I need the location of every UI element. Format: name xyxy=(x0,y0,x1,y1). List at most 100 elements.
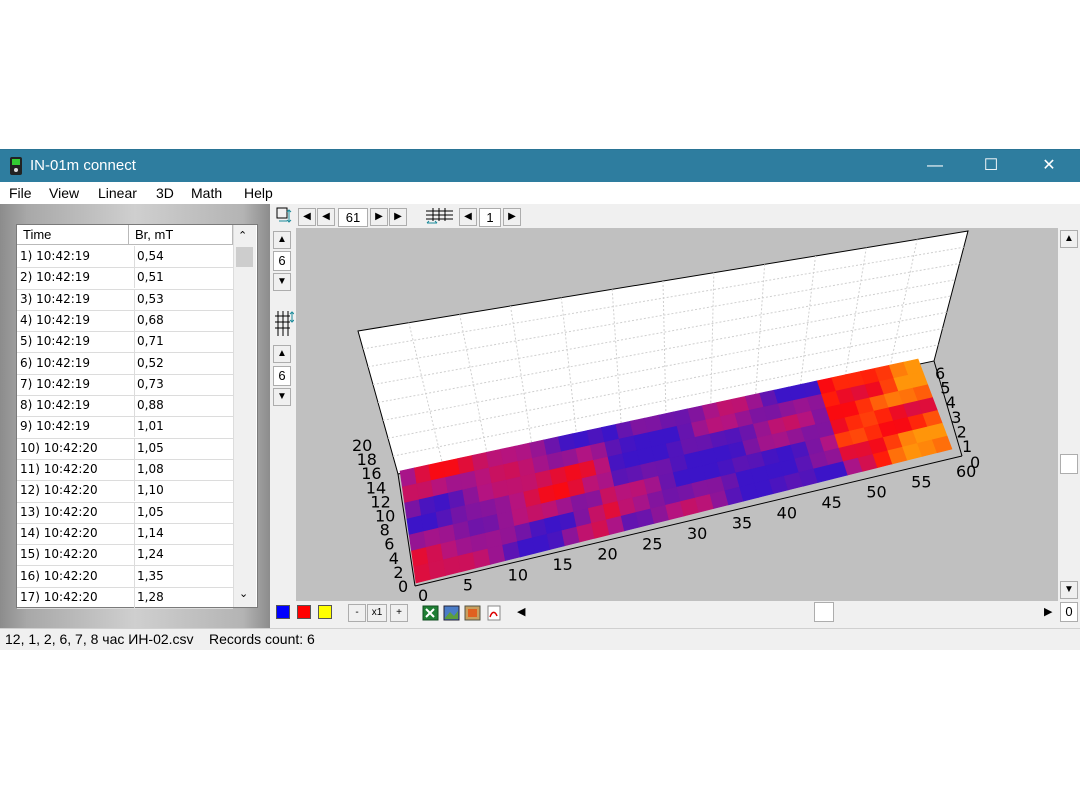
y-up-button[interactable]: ▲ xyxy=(273,231,291,249)
table-row[interactable]: 10) 10:42:20 1,05 xyxy=(17,437,233,460)
x-resolution-icon[interactable] xyxy=(276,207,294,225)
palette-blue-swatch[interactable] xyxy=(276,605,290,619)
time-cell: 4) 10:42:19 xyxy=(20,312,91,327)
grid-count-field[interactable]: 1 xyxy=(479,208,501,227)
x-count-field[interactable]: 61 xyxy=(338,208,368,227)
image-export-icon[interactable] xyxy=(443,605,461,621)
grid-icon[interactable] xyxy=(425,207,455,225)
table-row[interactable]: 14) 10:42:20 1,14 xyxy=(17,522,233,546)
table-row[interactable]: 12) 10:42:20 1,10 xyxy=(17,480,233,503)
excel-export-icon[interactable] xyxy=(422,605,440,621)
close-button[interactable]: ✕ xyxy=(1020,150,1078,182)
table-row[interactable]: 3) 10:42:19 0,53 xyxy=(17,288,233,311)
br-value-cell: 1,28 xyxy=(137,589,164,604)
cell-divider xyxy=(134,586,135,608)
surface-chart[interactable]: 0510152025303540455055600246810121416182… xyxy=(296,228,1058,605)
surface-cell xyxy=(472,548,491,569)
plot-scroll-up-button[interactable]: ▲ xyxy=(1060,230,1078,248)
y-count-field[interactable]: 6 xyxy=(273,251,291,271)
table-row[interactable]: 15) 10:42:20 1,24 xyxy=(17,544,233,567)
plot-area[interactable]: 0 5 10 15 20 25 30 35 40 45 50 55 60 0 2 4 6 8 10 12 14 16 18 2… xyxy=(296,228,1058,605)
cell-divider xyxy=(134,459,135,480)
x-prev-button[interactable]: ◀ xyxy=(317,208,335,226)
x-first-button[interactable]: ◀ xyxy=(298,208,316,226)
menu-help[interactable]: Help xyxy=(244,185,273,201)
table-row[interactable]: 11) 10:42:20 1,08 xyxy=(17,459,233,482)
z-up-button[interactable]: ▲ xyxy=(273,345,291,363)
table-row[interactable]: 5) 10:42:19 0,71 xyxy=(17,331,233,354)
status-bar: 12, 1, 2, 6, 7, 8 час ИН-02.csv Records … xyxy=(0,628,1080,650)
menu-view[interactable]: View xyxy=(49,185,79,201)
surface-cell xyxy=(457,552,476,573)
hscroll-right-icon[interactable]: ▶ xyxy=(1044,605,1052,618)
time-cell: 7) 10:42:19 xyxy=(20,376,91,391)
cell-divider xyxy=(134,416,135,438)
hscroll-left-icon[interactable]: ◀ xyxy=(517,605,525,618)
app-icon xyxy=(10,157,22,175)
plot-hscroll-thumb[interactable] xyxy=(814,602,834,622)
data-table[interactable]: Time Br, mT 1) 10:42:19 0,54 2) 10:42:19 0,… xyxy=(16,224,258,610)
table-row[interactable]: 8) 10:42:19 0,88 xyxy=(17,395,233,418)
time-cell: 6) 10:42:19 xyxy=(20,355,91,370)
maximize-button[interactable]: ☐ xyxy=(962,150,1020,182)
cell-divider xyxy=(134,373,135,395)
column-header-time[interactable]: Time xyxy=(17,225,129,245)
y-grid-icon[interactable] xyxy=(274,310,294,338)
menu-linear[interactable]: Linear xyxy=(98,185,137,201)
cell-divider xyxy=(134,437,135,459)
scroll-up-icon[interactable]: ⌃ xyxy=(238,229,247,242)
x-tick-label: 55 xyxy=(911,472,931,491)
menu-3d[interactable]: 3D xyxy=(156,185,174,201)
scroll-thumb[interactable] xyxy=(236,247,253,267)
surface-cell xyxy=(502,541,521,562)
pdf-export-icon[interactable] xyxy=(485,605,503,621)
column-header-br[interactable]: Br, mT xyxy=(129,225,233,245)
hscroll-value-field[interactable]: 0 xyxy=(1060,602,1078,622)
time-cell: 12) 10:42:20 xyxy=(20,483,98,498)
print-icon[interactable] xyxy=(464,605,482,621)
table-scrollbar[interactable]: ⌃ ⌄ xyxy=(233,225,256,607)
table-row[interactable]: 1) 10:42:19 0,54 xyxy=(17,246,233,269)
plot-horizontal-scrollbar[interactable]: ◀ ▶ xyxy=(514,601,1058,623)
time-cell: 3) 10:42:19 xyxy=(20,291,91,306)
title-bar[interactable]: IN-01m connect — ☐ ✕ xyxy=(0,150,1080,182)
table-row[interactable]: 4) 10:42:19 0,68 xyxy=(17,309,233,333)
table-row[interactable]: 9) 10:42:19 1,01 xyxy=(17,416,233,439)
zoom-out-button[interactable]: - xyxy=(348,604,366,622)
table-row[interactable]: 7) 10:42:19 0,73 xyxy=(17,373,233,397)
menu-math[interactable]: Math xyxy=(191,185,222,201)
cell-divider xyxy=(134,565,135,587)
table-row[interactable]: 16) 10:42:20 1,35 xyxy=(17,565,233,588)
x-next-button[interactable]: ▶ xyxy=(370,208,388,226)
table-row[interactable]: 17) 10:42:20 1,28 xyxy=(17,586,233,610)
menu-bar: File View Linear 3D Math Help xyxy=(0,182,1080,204)
plot-vertical-scrollbar[interactable]: ▲ ▼ xyxy=(1058,228,1080,601)
y-down-button[interactable]: ▼ xyxy=(273,273,291,291)
z-down-button[interactable]: ▼ xyxy=(273,388,291,406)
palette-yellow-swatch[interactable] xyxy=(318,605,332,619)
table-row[interactable]: 2) 10:42:19 0,51 xyxy=(17,267,233,290)
scroll-down-icon[interactable]: ⌄ xyxy=(239,587,248,600)
br-value-cell: 0,88 xyxy=(137,398,164,413)
grid-prev-button[interactable]: ◀ xyxy=(459,208,477,226)
plot-scroll-down-button[interactable]: ▼ xyxy=(1060,581,1078,599)
time-cell: 17) 10:42:20 xyxy=(20,589,98,604)
palette-red-swatch[interactable] xyxy=(297,605,311,619)
x-last-button[interactable]: ▶ xyxy=(389,208,407,226)
z-count-field[interactable]: 6 xyxy=(273,366,291,386)
grid-next-button[interactable]: ▶ xyxy=(503,208,521,226)
cell-divider xyxy=(134,352,135,374)
minimize-button[interactable]: — xyxy=(906,150,964,182)
menu-file[interactable]: File xyxy=(9,185,32,201)
br-value-cell: 1,05 xyxy=(137,440,164,455)
zoom-level[interactable]: x1 xyxy=(367,604,387,622)
x-tick-label: 35 xyxy=(732,514,752,533)
cell-divider xyxy=(134,246,135,267)
cell-divider xyxy=(134,309,135,331)
zoom-in-button[interactable]: + xyxy=(390,604,408,622)
plot-vscroll-thumb[interactable] xyxy=(1060,454,1078,474)
table-row[interactable]: 6) 10:42:19 0,52 xyxy=(17,352,233,375)
table-row[interactable]: 13) 10:42:20 1,05 xyxy=(17,501,233,524)
window-title: IN-01m connect xyxy=(30,157,136,174)
z-tick-label: 6 xyxy=(935,364,945,383)
